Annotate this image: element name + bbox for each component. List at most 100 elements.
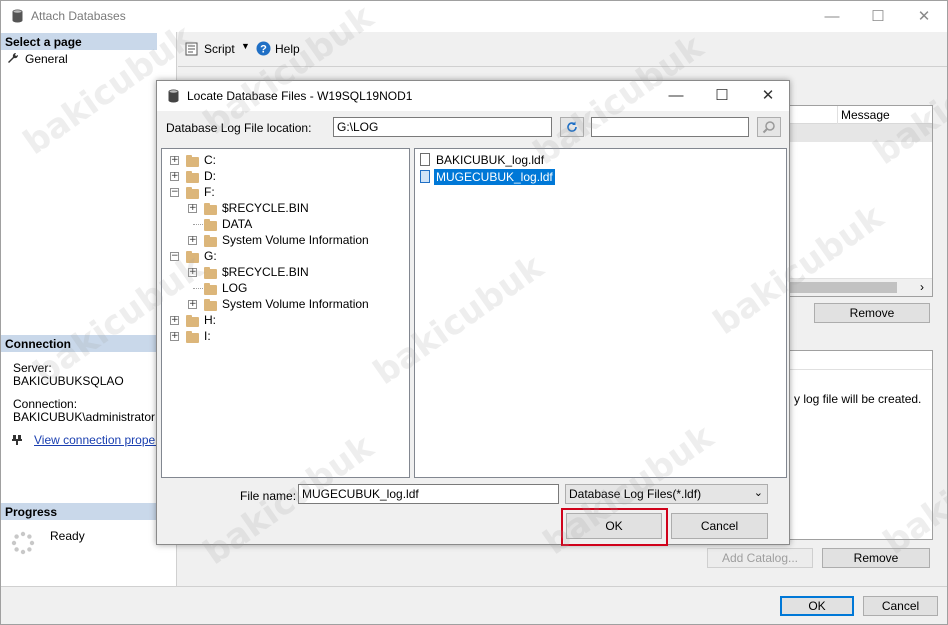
search-icon: [762, 121, 775, 134]
progress-status: Ready: [50, 529, 85, 543]
page-item-label: General: [25, 52, 68, 66]
collapse-icon[interactable]: −: [170, 252, 179, 261]
details-grid[interactable]: y log file will be created.: [788, 350, 933, 540]
progress-spinner-icon: [11, 531, 35, 555]
tree-node[interactable]: + System Volume Information: [162, 296, 407, 312]
tree-node-label: H:: [204, 313, 216, 327]
connection-properties-icon: [12, 435, 22, 445]
expand-icon[interactable]: +: [170, 332, 179, 341]
expand-icon[interactable]: +: [170, 172, 179, 181]
scrollbar-thumb[interactable]: [789, 282, 897, 293]
scroll-right-icon[interactable]: ›: [920, 280, 924, 294]
location-label: Database Log File location:: [166, 121, 312, 135]
remove-catalog-button[interactable]: Remove: [822, 548, 930, 568]
location-input[interactable]: G:\LOG: [333, 117, 552, 137]
folder-icon: [186, 251, 199, 263]
tree-node[interactable]: LOG: [162, 280, 407, 296]
connection-header: Connection: [1, 335, 157, 352]
script-icon: [185, 42, 198, 56]
file-list[interactable]: BAKICUBUK_log.ldf MUGECUBUK_log.ldf: [414, 148, 787, 478]
refresh-button[interactable]: [560, 117, 584, 137]
expand-icon[interactable]: +: [188, 268, 197, 277]
help-button[interactable]: Help: [275, 42, 300, 56]
script-dropdown-icon[interactable]: ▼: [241, 41, 250, 51]
expand-icon[interactable]: +: [188, 300, 197, 309]
folder-icon: [204, 283, 217, 295]
folder-icon: [204, 203, 217, 215]
tree-node[interactable]: + I:: [162, 328, 407, 344]
svg-text:?: ?: [260, 44, 267, 56]
remove-button[interactable]: Remove: [814, 303, 930, 323]
expand-icon[interactable]: +: [188, 204, 197, 213]
refresh-icon: [567, 121, 577, 132]
progress-header: Progress: [1, 503, 157, 520]
tree-node[interactable]: + $RECYCLE.BIN: [162, 200, 407, 216]
dialog-title: Locate Database Files - W19SQL19NOD1: [187, 89, 413, 103]
tree-node[interactable]: − F:: [162, 184, 407, 200]
tree-node[interactable]: + C:: [162, 152, 407, 168]
tree-node[interactable]: + D:: [162, 168, 407, 184]
tree-node-label: D:: [204, 169, 216, 183]
dialog-close-button[interactable]: ✕: [745, 81, 791, 111]
window-title: Attach Databases: [31, 9, 126, 23]
dialog-cancel-button[interactable]: Cancel: [671, 513, 768, 539]
databases-grid[interactable]: Message ›: [788, 105, 933, 297]
folder-icon: [204, 219, 217, 231]
file-icon: [420, 170, 430, 183]
close-button[interactable]: ✕: [901, 1, 947, 32]
folder-icon: [186, 331, 199, 343]
details-note: y log file will be created.: [794, 392, 922, 406]
script-label: Script: [204, 42, 235, 56]
tree-node[interactable]: + $RECYCLE.BIN: [162, 264, 407, 280]
connection-label: Connection:: [13, 397, 78, 411]
server-label: Server:: [13, 361, 52, 375]
file-icon: [420, 153, 430, 166]
folder-icon: [204, 267, 217, 279]
tree-node[interactable]: − G:: [162, 248, 407, 264]
expand-icon[interactable]: +: [170, 316, 179, 325]
search-input[interactable]: [591, 117, 749, 137]
grid-header: Message: [789, 106, 932, 124]
file-name: MUGECUBUK_log.ldf: [434, 169, 555, 185]
dialog-minimize-button[interactable]: —: [653, 81, 699, 111]
file-name-label: File name:: [240, 489, 297, 503]
folder-tree[interactable]: + C: + D: − F: + $RECYCLE.BIN DATA + System Volume…: [161, 148, 410, 478]
script-button[interactable]: Script: [204, 42, 235, 56]
folder-icon: [186, 187, 199, 199]
tree-node-label: DATA: [222, 217, 253, 231]
view-connection-properties-link[interactable]: View connection properties: [34, 433, 157, 447]
folder-icon: [186, 315, 199, 327]
expand-icon[interactable]: +: [170, 156, 179, 165]
details-header-divider: [789, 369, 932, 370]
tree-node[interactable]: + System Volume Information: [162, 232, 407, 248]
dialog-maximize-button[interactable]: ☐: [699, 81, 745, 111]
folder-icon: [204, 235, 217, 247]
toolbar: Script ▼ ? Help: [178, 32, 947, 66]
locate-database-files-dialog: Locate Database Files - W19SQL19NOD1 — ☐…: [156, 80, 791, 546]
tree-node[interactable]: DATA: [162, 216, 407, 232]
wrench-icon: [8, 52, 19, 63]
bottom-bar: OK Cancel: [1, 586, 947, 624]
horizontal-scrollbar[interactable]: ›: [789, 278, 932, 296]
add-catalog-button[interactable]: Add Catalog...: [707, 548, 813, 568]
ok-button[interactable]: OK: [780, 596, 854, 616]
maximize-button[interactable]: ☐: [855, 1, 901, 32]
tree-node[interactable]: + H:: [162, 312, 407, 328]
chevron-down-icon: ⌄: [753, 487, 763, 499]
dialog-ok-button[interactable]: OK: [566, 513, 662, 539]
tree-node-label: F:: [204, 185, 215, 199]
tree-connector: [193, 224, 203, 225]
folder-icon: [204, 299, 217, 311]
expand-icon[interactable]: +: [188, 236, 197, 245]
file-type-select[interactable]: Database Log Files(*.ldf) ⌄: [565, 484, 768, 504]
collapse-icon[interactable]: −: [170, 188, 179, 197]
server-value: BAKICUBUKSQLAO: [13, 374, 124, 388]
grid-row[interactable]: [789, 124, 932, 142]
minimize-button[interactable]: —: [809, 1, 855, 32]
cancel-button[interactable]: Cancel: [863, 596, 938, 616]
file-name-input[interactable]: MUGECUBUK_log.ldf: [298, 484, 559, 504]
connection-value: BAKICUBUK\administrator: [13, 410, 156, 424]
tree-node-label: C:: [204, 153, 216, 167]
search-button[interactable]: [757, 117, 781, 137]
message-column-header[interactable]: Message: [841, 108, 890, 122]
